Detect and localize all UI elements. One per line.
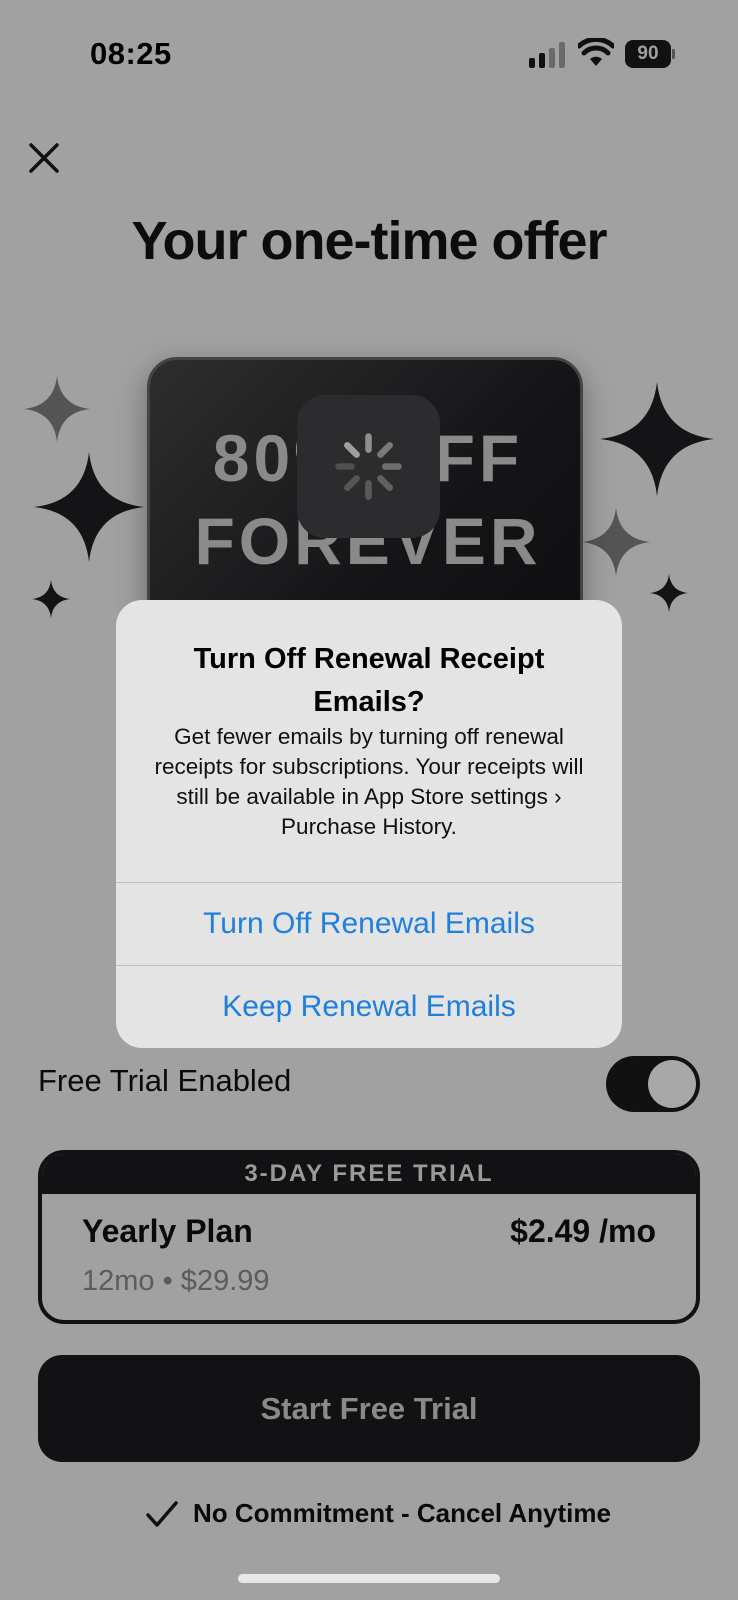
free-trial-toggle[interactable] — [606, 1056, 700, 1112]
loading-overlay — [297, 395, 440, 538]
keep-renewal-emails-button[interactable]: Keep Renewal Emails — [116, 966, 622, 1048]
sparkle-icon — [24, 376, 90, 442]
close-icon[interactable] — [26, 140, 62, 176]
start-free-trial-button[interactable]: Start Free Trial — [38, 1355, 700, 1462]
sparkle-icon — [32, 580, 70, 618]
sparkle-icon — [650, 574, 688, 612]
plan-card-yearly[interactable]: 3-DAY FREE TRIAL Yearly Plan $2.49 /mo 1… — [38, 1150, 700, 1324]
free-trial-banner: 3-DAY FREE TRIAL — [42, 1154, 696, 1194]
wifi-icon — [578, 38, 614, 66]
home-indicator[interactable] — [238, 1574, 500, 1583]
turn-off-renewal-emails-button[interactable]: Turn Off Renewal Emails — [116, 883, 622, 965]
commitment-note: No Commitment - Cancel Anytime — [0, 1495, 738, 1535]
cellular-signal-icon — [529, 42, 565, 68]
status-bar: 08:25 90 — [0, 0, 738, 110]
activity-spinner-icon — [335, 433, 402, 500]
battery-icon: 90 — [625, 40, 675, 68]
status-time: 08:25 — [90, 36, 172, 71]
toggle-knob — [648, 1060, 696, 1108]
plan-details: 12mo • $29.99 — [82, 1265, 270, 1297]
battery-level: 90 — [625, 40, 671, 68]
plan-price: $2.49 /mo — [510, 1213, 656, 1249]
sparkle-icon — [34, 452, 144, 562]
page-title: Your one-time offer — [131, 211, 607, 271]
renewal-emails-alert: Turn Off Renewal Receipt Emails? Get few… — [116, 600, 622, 1048]
sparkle-icon — [600, 382, 714, 496]
alert-message: Get fewer emails by turning off renewal … — [154, 724, 584, 839]
free-trial-label: Free Trial Enabled — [38, 1063, 292, 1098]
sparkle-icon — [582, 508, 650, 576]
checkmark-icon — [146, 1501, 178, 1527]
commitment-text: No Commitment - Cancel Anytime — [193, 1498, 611, 1528]
alert-title: Turn Off Renewal Receipt Emails? — [193, 643, 545, 718]
plan-name: Yearly Plan — [82, 1213, 253, 1249]
